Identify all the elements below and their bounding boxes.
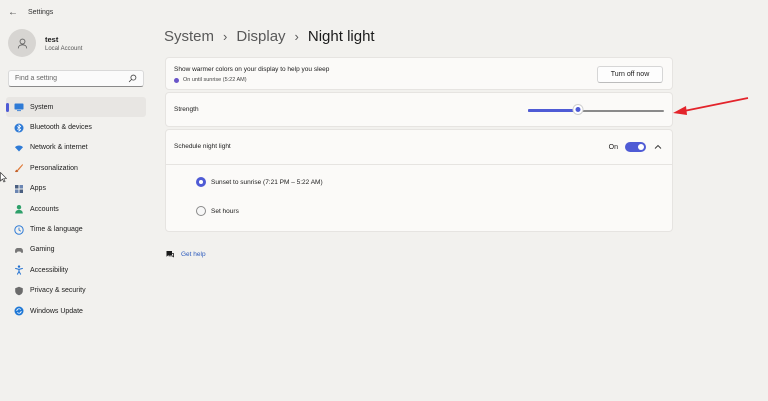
get-help-link[interactable]: Get help <box>165 249 206 259</box>
schedule-label: Schedule night light <box>174 143 231 150</box>
help-chat-icon <box>166 251 174 258</box>
night-light-status: On until sunrise (5:22 AM) <box>174 77 247 83</box>
chevron-right-icon: › <box>223 29 228 44</box>
toggle-state-label: On <box>608 143 618 151</box>
radio-button[interactable] <box>196 206 206 216</box>
bluetooth-icon <box>14 123 24 133</box>
accessibility-icon <box>14 265 24 276</box>
sidebar-item-label: Windows Update <box>30 307 83 315</box>
radio-button-selected[interactable] <box>196 177 206 187</box>
sidebar-item-windows-update[interactable]: Windows Update <box>6 301 146 321</box>
chevron-up-icon[interactable] <box>654 143 662 151</box>
globe-clock-icon <box>14 224 24 235</box>
user-profile[interactable]: test Local Account <box>8 29 82 57</box>
strength-label: Strength <box>174 106 199 113</box>
user-name: test <box>45 34 59 44</box>
sidebar-item-label: Network & internet <box>30 144 88 152</box>
search-icon <box>128 74 137 83</box>
sidebar-item-label: Apps <box>30 185 46 193</box>
apps-icon <box>14 184 24 194</box>
night-light-description: Show warmer colors on your display to he… <box>174 66 330 73</box>
gamepad-icon <box>14 245 24 255</box>
search-box[interactable] <box>8 70 144 87</box>
night-light-card: Show warmer colors on your display to he… <box>165 57 673 90</box>
schedule-toggle[interactable] <box>625 142 646 152</box>
title-bar: ← Settings <box>0 0 768 24</box>
window-title: Settings <box>28 8 54 16</box>
person-icon <box>17 38 27 48</box>
sidebar-item-label: Gaming <box>30 246 55 254</box>
sidebar-item-personalization[interactable]: Personalization <box>6 158 146 178</box>
shield-icon <box>14 286 24 296</box>
sidebar-item-bluetooth[interactable]: Bluetooth & devices <box>6 117 146 137</box>
sidebar-item-label: System <box>30 103 54 111</box>
account-type: Local Account <box>45 45 83 52</box>
breadcrumb-display[interactable]: Display <box>236 28 285 45</box>
schedule-card: Schedule night light On Sunset to sunris… <box>165 129 673 232</box>
page-title: Night light <box>307 28 375 45</box>
sidebar-item-accounts[interactable]: Accounts <box>6 199 146 219</box>
sidebar-item-network[interactable]: Network & internet <box>6 138 146 158</box>
brush-icon <box>14 163 24 173</box>
avatar <box>8 29 36 57</box>
search-input[interactable] <box>15 75 128 82</box>
sidebar-item-accessibility[interactable]: Accessibility <box>6 260 146 280</box>
breadcrumb-system[interactable]: System <box>164 28 214 45</box>
status-dot-icon <box>174 77 179 83</box>
breadcrumb: System › Display › Night light <box>164 28 375 45</box>
sidebar-item-label: Bluetooth & devices <box>30 124 92 132</box>
radio-set-hours[interactable]: Set hours <box>196 206 239 216</box>
wifi-icon <box>14 143 24 153</box>
sidebar-item-label: Personalization <box>30 164 78 172</box>
schedule-header[interactable]: Schedule night light On <box>166 130 672 165</box>
strength-card: Strength <box>165 92 673 127</box>
strength-slider[interactable] <box>528 105 664 114</box>
sidebar-item-privacy[interactable]: Privacy & security <box>6 281 146 301</box>
sidebar-item-system[interactable]: System <box>6 97 146 118</box>
sidebar-item-apps[interactable]: Apps <box>6 179 146 199</box>
sidebar-item-label: Accounts <box>30 205 59 213</box>
update-icon <box>14 306 24 316</box>
sidebar-item-label: Privacy & security <box>30 287 86 295</box>
sidebar-nav: System Bluetooth & devices Network & int… <box>6 97 146 321</box>
radio-label: Set hours <box>211 207 239 215</box>
status-text: On until sunrise (5:22 AM) <box>183 77 247 83</box>
sidebar-item-time-language[interactable]: Time & language <box>6 219 146 239</box>
annotation-arrow-icon <box>673 97 749 115</box>
get-help-label[interactable]: Get help <box>181 251 206 258</box>
schedule-toggle-group: On <box>609 142 662 152</box>
sidebar-item-gaming[interactable]: Gaming <box>6 240 146 260</box>
person-icon <box>14 204 24 214</box>
sidebar-item-label: Time & language <box>30 226 83 234</box>
radio-sunset-to-sunrise[interactable]: Sunset to sunrise (7:21 PM – 5:22 AM) <box>196 177 323 187</box>
sidebar-item-label: Accessibility <box>30 266 69 274</box>
turn-off-now-button[interactable]: Turn off now <box>597 66 663 83</box>
slider-fill <box>528 109 579 112</box>
slider-thumb[interactable] <box>573 105 583 114</box>
monitor-icon <box>14 102 24 112</box>
toggle-knob <box>638 144 644 150</box>
mouse-cursor-icon <box>0 172 7 183</box>
radio-label: Sunset to sunrise (7:21 PM – 5:22 AM) <box>211 178 323 186</box>
back-arrow-icon[interactable]: ← <box>2 7 24 18</box>
chevron-right-icon: › <box>294 29 299 44</box>
